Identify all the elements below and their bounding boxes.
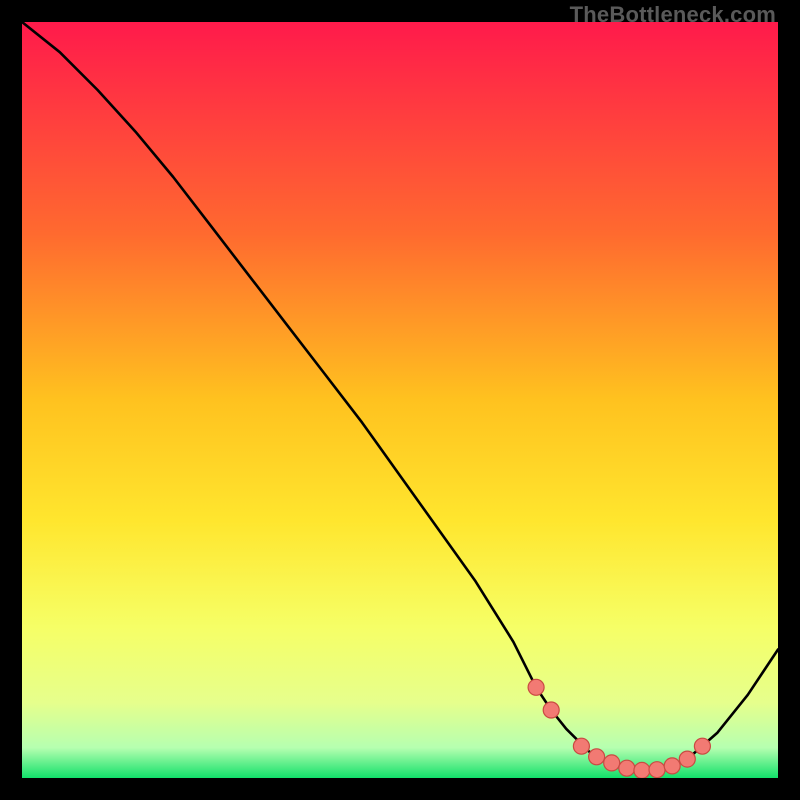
data-marker <box>589 749 605 765</box>
plot-area <box>22 22 778 778</box>
chart-svg <box>22 22 778 778</box>
chart-frame: TheBottleneck.com <box>0 0 800 800</box>
data-marker <box>664 758 680 774</box>
data-marker <box>634 762 650 778</box>
data-marker <box>528 679 544 695</box>
data-marker <box>619 760 635 776</box>
data-marker <box>694 738 710 754</box>
data-marker <box>573 738 589 754</box>
data-marker <box>543 702 559 718</box>
data-marker <box>649 762 665 778</box>
data-marker <box>604 755 620 771</box>
data-marker <box>679 751 695 767</box>
gradient-background <box>22 22 778 778</box>
